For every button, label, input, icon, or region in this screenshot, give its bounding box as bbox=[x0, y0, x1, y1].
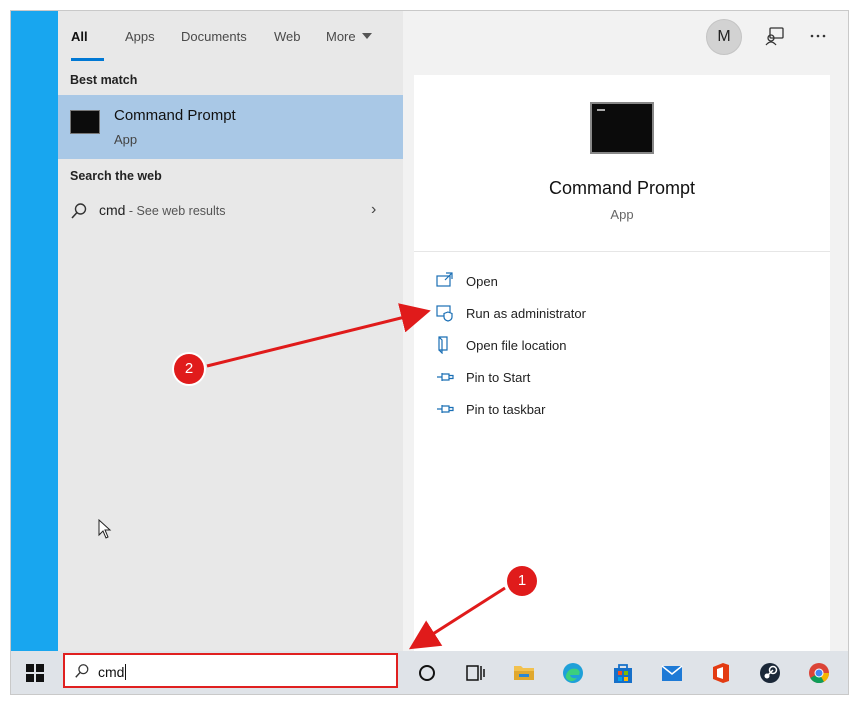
best-match-title: Command Prompt bbox=[114, 107, 236, 124]
annotation-badge-1: 1 bbox=[507, 566, 537, 596]
tab-more-label: More bbox=[326, 29, 356, 44]
tab-more[interactable]: More bbox=[326, 29, 372, 44]
best-match-heading: Best match bbox=[70, 73, 138, 87]
tab-apps[interactable]: Apps bbox=[125, 29, 155, 44]
tab-web[interactable]: Web bbox=[274, 29, 301, 44]
edge-icon[interactable] bbox=[561, 661, 585, 685]
windows-start-icon[interactable] bbox=[25, 663, 45, 683]
action-label: Run as administrator bbox=[466, 306, 586, 321]
command-prompt-large-icon bbox=[590, 102, 654, 154]
web-suffix: - See web results bbox=[125, 204, 226, 218]
best-match-subtitle: App bbox=[114, 132, 138, 147]
action-label: Open file location bbox=[466, 338, 567, 353]
action-label: Open bbox=[466, 274, 498, 289]
web-result-row[interactable]: cmd - See web results › bbox=[58, 197, 403, 223]
store-icon[interactable] bbox=[611, 661, 635, 685]
detail-title: Command Prompt bbox=[548, 178, 696, 198]
start-strip bbox=[11, 11, 58, 651]
action-pin-to-start[interactable]: Pin to Start bbox=[436, 366, 736, 390]
search-input[interactable]: cmd bbox=[98, 664, 127, 680]
feedback-icon[interactable] bbox=[765, 26, 785, 46]
office-icon[interactable] bbox=[709, 661, 733, 685]
command-prompt-icon bbox=[70, 110, 100, 134]
steam-icon[interactable] bbox=[758, 661, 782, 685]
search-icon bbox=[71, 203, 87, 219]
mail-icon[interactable] bbox=[660, 661, 684, 685]
best-match-item[interactable]: Command Prompt App bbox=[58, 95, 403, 159]
avatar[interactable]: M bbox=[706, 19, 742, 55]
pin-icon bbox=[437, 373, 454, 381]
action-open[interactable]: Open bbox=[436, 270, 736, 294]
action-open-file-location[interactable]: Open file location bbox=[436, 334, 736, 358]
file-explorer-icon[interactable] bbox=[512, 661, 536, 685]
mouse-cursor-icon bbox=[98, 519, 112, 539]
filter-tabs: All Apps Documents Web More M bbox=[58, 11, 848, 63]
action-label: Pin to Start bbox=[466, 370, 531, 385]
search-input-value: cmd bbox=[98, 664, 125, 680]
start-search-window: All Apps Documents Web More M Best match… bbox=[10, 10, 849, 695]
tab-documents[interactable]: Documents bbox=[181, 29, 247, 44]
cortana-icon[interactable] bbox=[415, 661, 439, 685]
search-icon bbox=[75, 664, 89, 678]
search-web-heading: Search the web bbox=[70, 169, 162, 183]
annotation-badge-2: 2 bbox=[174, 354, 204, 384]
action-run-as-administrator[interactable]: Run as administrator bbox=[436, 302, 736, 326]
divider bbox=[414, 251, 830, 252]
open-icon bbox=[436, 272, 453, 287]
action-label: Pin to taskbar bbox=[466, 402, 546, 417]
active-tab-indicator bbox=[71, 58, 104, 61]
web-result-text: cmd - See web results bbox=[99, 202, 226, 218]
file-location-icon bbox=[438, 336, 448, 354]
action-pin-to-taskbar[interactable]: Pin to taskbar bbox=[436, 398, 736, 422]
web-query: cmd bbox=[99, 202, 126, 218]
chevron-right-icon[interactable]: › bbox=[371, 201, 376, 219]
text-caret bbox=[125, 664, 127, 680]
taskbar-search-box[interactable]: cmd bbox=[63, 653, 398, 688]
taskbar: cmd bbox=[11, 651, 848, 694]
chrome-icon[interactable] bbox=[807, 661, 831, 685]
more-options-icon[interactable] bbox=[808, 26, 828, 46]
task-view-icon[interactable] bbox=[463, 661, 487, 685]
detail-subtitle: App bbox=[610, 207, 634, 222]
chevron-down-icon bbox=[361, 33, 372, 39]
pin-icon bbox=[437, 405, 454, 413]
detail-card: Command Prompt App Open Run as administr… bbox=[414, 75, 830, 651]
tab-all[interactable]: All bbox=[71, 29, 88, 44]
shield-icon bbox=[436, 305, 453, 322]
